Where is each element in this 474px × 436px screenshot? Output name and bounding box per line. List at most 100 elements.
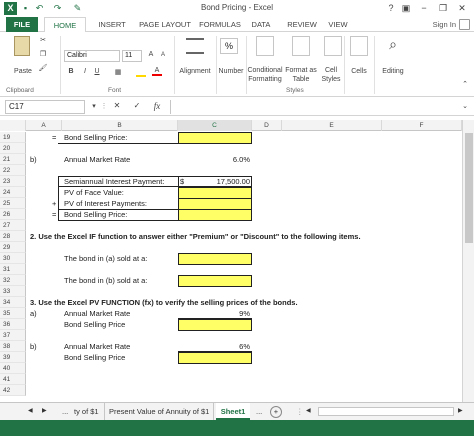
name-box[interactable]: C17 <box>5 100 85 114</box>
add-sheet-button[interactable]: + <box>270 406 282 418</box>
expand-formula-icon[interactable]: ⌄ <box>460 102 470 110</box>
find-icon[interactable]: ⌕ <box>378 36 408 53</box>
row-header[interactable]: 27 <box>0 220 26 231</box>
paste-icon[interactable] <box>14 36 30 56</box>
font-color-icon[interactable]: A <box>152 67 162 76</box>
column-header-f[interactable]: F <box>382 120 462 131</box>
row-header[interactable]: 24 <box>0 187 26 198</box>
format-painter-icon[interactable]: 🖌 <box>38 64 48 72</box>
bold-button[interactable]: B <box>66 68 76 75</box>
row-header[interactable]: 20 <box>0 143 26 154</box>
row-header[interactable]: 28 <box>0 231 26 242</box>
cell-a35[interactable]: a) <box>30 308 37 319</box>
tab-insert[interactable]: INSERT <box>92 17 132 32</box>
row-header[interactable]: 29 <box>0 242 26 253</box>
user-icon[interactable] <box>459 19 470 30</box>
cell-a19[interactable]: = <box>52 132 56 143</box>
sign-in-link[interactable]: Sign In <box>433 17 456 32</box>
column-header-e[interactable]: E <box>282 120 382 131</box>
vertical-scrollbar[interactable] <box>462 120 474 402</box>
row-header[interactable]: 19 <box>0 132 26 143</box>
cut-icon[interactable]: ✂ <box>38 36 48 44</box>
scroll-thumb[interactable] <box>465 133 473 243</box>
tab-file[interactable]: FILE <box>6 17 38 32</box>
input-cell-c30[interactable] <box>178 253 252 265</box>
cell-b35[interactable]: Annual Market Rate <box>64 308 130 319</box>
collapse-ribbon-icon[interactable]: ⌃ <box>460 80 470 88</box>
number-button[interactable]: Number <box>216 68 246 75</box>
cell-b21[interactable]: Annual Market Rate <box>64 154 130 165</box>
cells-button[interactable]: Cells <box>346 68 372 75</box>
row-header[interactable]: 30 <box>0 253 26 264</box>
cells-icon[interactable] <box>350 36 368 56</box>
editing-button[interactable]: Editing <box>374 68 412 75</box>
input-cell-c39[interactable] <box>178 352 252 364</box>
next-sheet-button[interactable]: ▶ <box>42 403 52 420</box>
copy-icon[interactable]: ❐ <box>38 50 48 58</box>
select-all-corner[interactable] <box>0 120 26 131</box>
restore-button[interactable]: ❐ <box>435 1 451 15</box>
grow-font-icon[interactable]: A <box>146 51 156 58</box>
row-header[interactable]: 22 <box>0 165 26 176</box>
cell-styles-button[interactable]: Cell Styles <box>316 66 346 84</box>
scroll-right-icon[interactable]: ▶ <box>458 403 466 420</box>
cell-a34-instruction[interactable]: 3. Use the Excel PV FUNCTION (fx) to ver… <box>30 297 298 308</box>
cell-b25[interactable]: PV of Interest Payments: <box>64 198 147 209</box>
namebox-dropdown-icon[interactable]: ▾ <box>90 102 98 110</box>
formula-input[interactable] <box>170 100 460 114</box>
tab-review[interactable]: REVIEW <box>282 17 322 32</box>
tab-data[interactable]: DATA <box>246 17 276 32</box>
cell-b26[interactable]: Bond Selling Price: <box>64 209 127 220</box>
fill-color-icon[interactable] <box>136 69 146 77</box>
ribbon-display-button[interactable]: ▣ <box>398 1 414 15</box>
row-header[interactable]: 34 <box>0 297 26 308</box>
cancel-icon[interactable]: ✕ <box>112 101 122 110</box>
cell-a25[interactable]: + <box>52 198 56 209</box>
more-sheets-left[interactable]: ... <box>62 403 68 420</box>
row-header[interactable]: 25 <box>0 198 26 209</box>
row-header[interactable]: 35 <box>0 308 26 319</box>
conditional-formatting-icon[interactable] <box>256 36 274 56</box>
sheet-tab-pv-annuity[interactable]: Present Value of Annuity of $1 <box>104 403 215 420</box>
cell-b30[interactable]: The bond in (a) sold at a: <box>64 253 147 264</box>
paste-button[interactable]: Paste <box>10 68 36 75</box>
row-header[interactable]: 38 <box>0 341 26 352</box>
shrink-font-icon[interactable]: A <box>158 52 168 58</box>
cell-b38[interactable]: Annual Market Rate <box>64 341 130 352</box>
borders-icon[interactable]: ▦ <box>112 68 124 76</box>
cell-a28-instruction[interactable]: 2. Use the Excel IF function to answer e… <box>30 231 361 242</box>
cell-styles-icon[interactable] <box>324 36 342 56</box>
font-name-select[interactable]: Calibri <box>64 50 120 62</box>
cell-b24[interactable]: PV of Face Value: <box>64 187 124 198</box>
format-as-table-icon[interactable] <box>292 36 310 56</box>
scroll-left-icon[interactable]: ◀ <box>306 403 314 420</box>
underline-button[interactable]: U <box>92 68 102 75</box>
cell-b39[interactable]: Bond Selling Price <box>64 352 125 363</box>
enter-icon[interactable]: ✓ <box>132 101 142 110</box>
minimize-button[interactable]: − <box>416 1 432 15</box>
input-cell-c26[interactable] <box>178 209 252 221</box>
row-header[interactable]: 40 <box>0 363 26 374</box>
conditional-formatting-button[interactable]: Conditional Formatting <box>244 66 286 84</box>
input-cell-c32[interactable] <box>178 275 252 287</box>
close-button[interactable]: ✕ <box>454 1 470 15</box>
column-header-d[interactable]: D <box>252 120 282 131</box>
sheet-tab-annuity-partial[interactable]: ty of $1 <box>74 403 99 420</box>
row-header[interactable]: 42 <box>0 385 26 396</box>
worksheet-grid[interactable]: A B C D E F 19 20 21 22 23 24 25 26 27 2… <box>0 120 474 402</box>
cell-a21[interactable]: b) <box>30 154 37 165</box>
row-header[interactable]: 23 <box>0 176 26 187</box>
sheet-tab-sheet1[interactable]: Sheet1 <box>216 403 250 420</box>
help-button[interactable]: ? <box>383 1 399 15</box>
cell-b36[interactable]: Bond Selling Price <box>64 319 125 330</box>
alignment-icon[interactable] <box>186 38 204 54</box>
tab-formulas[interactable]: FORMULAS <box>196 17 244 32</box>
tab-splitter-icon[interactable]: ⋮ <box>296 403 304 420</box>
insert-function-icon[interactable]: fx <box>150 101 164 111</box>
row-header[interactable]: 33 <box>0 286 26 297</box>
cell-a38[interactable]: b) <box>30 341 37 352</box>
row-header[interactable]: 37 <box>0 330 26 341</box>
tab-page-layout[interactable]: PAGE LAYOUT <box>134 17 196 32</box>
cell-c21[interactable]: 6.0% <box>178 154 250 165</box>
row-header[interactable]: 39 <box>0 352 26 363</box>
